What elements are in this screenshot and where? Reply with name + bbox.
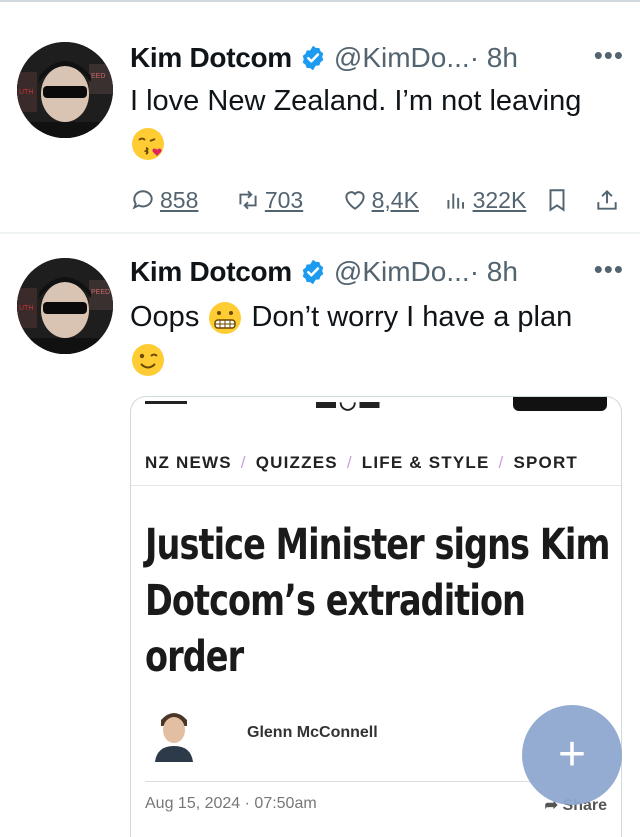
svg-text:UTH: UTH: [19, 305, 33, 312]
bookmark-icon: [549, 189, 565, 212]
tweet[interactable]: UTH EED Kim Dotcom @KimDo... · 8h ••• I …: [0, 2, 640, 234]
kiss-emoji-icon: [132, 128, 164, 161]
views-count: 322K: [472, 186, 527, 213]
tweet-text-content: I love New Zealand. I’m not leaving: [130, 85, 582, 117]
tweet-header: Kim Dotcom @KimDo... · 8h •••: [130, 252, 624, 292]
grimacing-emoji-icon: [209, 302, 242, 335]
nav-separator: /: [346, 453, 353, 472]
tweet-text-part2: Don’t worry I have a plan: [251, 301, 573, 333]
header-button: [513, 397, 607, 411]
avatar-image: UTH EED: [17, 42, 113, 138]
like-count: 8,4K: [371, 186, 419, 213]
repost-icon: [239, 190, 257, 210]
tweet-header: Kim Dotcom @KimDo... · 8h •••: [130, 38, 624, 78]
avatar[interactable]: UTH PEED: [17, 258, 113, 354]
article-date: Aug 15, 2024 · 07:50am: [145, 795, 317, 812]
bookmark-button[interactable]: [544, 187, 594, 213]
timestamp[interactable]: · 8h: [470, 42, 518, 74]
avatar-image: UTH PEED: [17, 258, 113, 354]
views-icon: [447, 193, 464, 209]
share-icon: [597, 189, 617, 210]
tweet-actions: 858 703 8,4K 322K: [130, 180, 624, 220]
views-button[interactable]: 322K: [443, 187, 544, 214]
article-nav: NZ NEWS / QUIZZES / LIFE & STYLE / SPORT: [131, 441, 621, 486]
avatar[interactable]: UTH EED: [17, 42, 113, 138]
plus-icon: +: [557, 728, 587, 781]
site-logo: ▬◡▬: [316, 396, 383, 413]
repost-button[interactable]: 703: [235, 187, 342, 214]
author-name[interactable]: Kim Dotcom: [130, 256, 292, 288]
nav-separator: /: [498, 453, 505, 472]
author-name[interactable]: Kim Dotcom: [130, 42, 292, 74]
reply-button[interactable]: 858: [130, 187, 235, 214]
tweet-text: Oops Don’t worry I have a plan: [130, 296, 624, 380]
svg-text:EED: EED: [91, 73, 105, 80]
compose-button[interactable]: +: [522, 705, 622, 805]
nav-item-nz-news: NZ NEWS: [145, 453, 232, 472]
nav-item-sport: SPORT: [513, 453, 578, 472]
nav-item-life-style: LIFE & STYLE: [361, 453, 490, 472]
timestamp[interactable]: · 8h: [470, 256, 518, 288]
repost-count: 703: [264, 186, 304, 213]
tweet-text: I love New Zealand. I’m not leaving: [130, 80, 624, 164]
reply-count: 858: [160, 186, 199, 213]
article-header: ▬◡▬: [131, 397, 621, 421]
more-options-icon[interactable]: •••: [594, 40, 624, 71]
author-handle[interactable]: @KimDo...: [334, 256, 470, 288]
reply-icon: [132, 190, 153, 210]
svg-text:PEED: PEED: [91, 289, 110, 296]
wink-emoji-icon: [132, 344, 164, 377]
verified-badge-icon: [302, 259, 324, 285]
verified-badge-icon: [302, 45, 324, 71]
more-options-icon[interactable]: •••: [594, 254, 624, 285]
author-photo: [151, 704, 197, 762]
author-handle[interactable]: @KimDo...: [334, 42, 470, 74]
heart-icon: [344, 191, 365, 210]
article-headline: Justice Minister signs Kim Dotcom’s extr…: [145, 520, 610, 682]
like-button[interactable]: 8,4K: [342, 187, 443, 214]
hamburger-menu-icon: [145, 401, 187, 404]
svg-text:UTH: UTH: [19, 89, 33, 96]
nav-item-quizzes: QUIZZES: [255, 453, 338, 472]
nav-separator: /: [240, 453, 247, 472]
tweet-text-part1: Oops: [130, 301, 200, 333]
share-button[interactable]: [594, 187, 624, 213]
article-author-name: Glenn McConnell: [247, 724, 378, 741]
article-author-row: Glenn McConnell: [151, 703, 378, 763]
